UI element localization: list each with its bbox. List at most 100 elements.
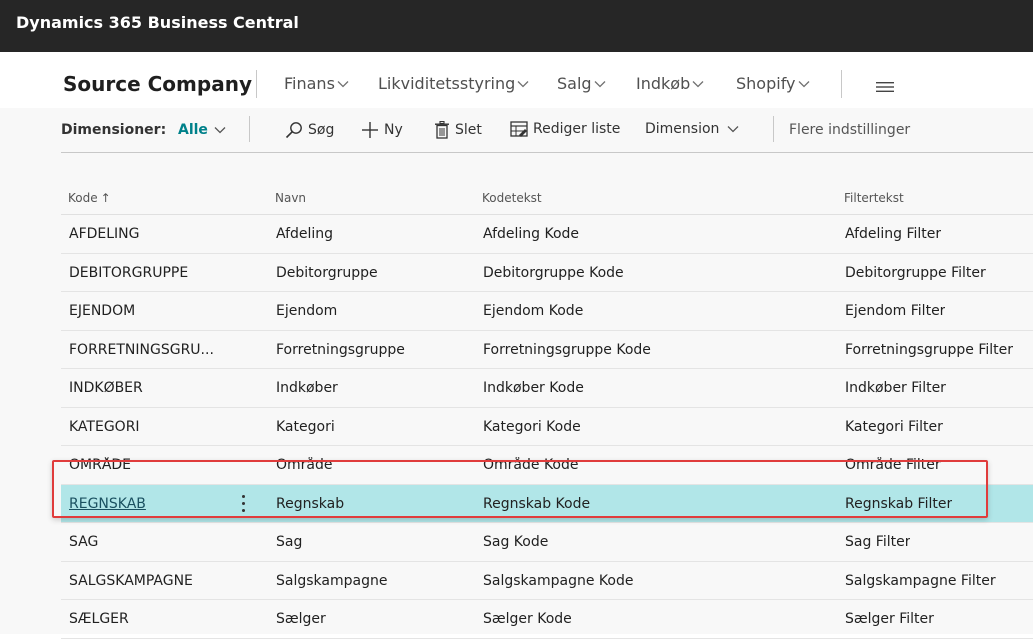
filter-label: Dimensioner: (61, 122, 167, 138)
chevron-down-icon (594, 80, 606, 87)
chevron-down-icon (692, 80, 704, 87)
cell-code[interactable]: EJENDOM (69, 303, 229, 319)
nav-menu-label: Finans (284, 74, 335, 93)
dimension-menu-button[interactable]: Dimension (645, 121, 744, 137)
cell-name: Debitorgruppe (276, 264, 378, 281)
nav-menu-salg[interactable]: Salg (557, 74, 606, 93)
cell-code-caption: Sag Kode (483, 534, 549, 550)
cell-code[interactable]: SALGSKAMPAGNE (69, 573, 229, 589)
edit-list-icon (510, 121, 528, 137)
dimensions-table: Kode ↑ Navn Kodetekst Filtertekst AFDELI… (61, 178, 1033, 639)
cell-name: Afdeling (276, 226, 334, 242)
plus-icon (362, 122, 378, 138)
column-header-label: Kode (68, 191, 98, 205)
column-header-label: Navn (275, 191, 307, 205)
cell-name: Sag (276, 534, 303, 550)
cell-code[interactable]: OMRÅDE (69, 457, 229, 473)
new-button[interactable]: Ny (361, 121, 403, 139)
cell-name: Forretningsgruppe (276, 341, 405, 358)
edit-list-button-label: Rediger liste (533, 121, 621, 137)
table-row[interactable]: INDKØBER Indkøber Indkøber Kode Indkøber… (61, 369, 1033, 408)
cell-code-caption: Sælger Kode (483, 611, 572, 627)
table-row[interactable]: SALGSKAMPAGNE Salgskampagne Salgskampagn… (61, 562, 1033, 600)
table-row[interactable]: SAG Sag Sag Kode Sag Filter (61, 523, 1033, 562)
cell-code[interactable]: SAG (69, 534, 229, 550)
filter-value: Alle (178, 122, 208, 138)
cell-filter-caption: Sælger Filter (845, 611, 934, 627)
column-header-navn[interactable]: Navn (275, 191, 306, 205)
table-row[interactable]: EJENDOM Ejendom Ejendom Kode Ejendom Fil… (61, 292, 1033, 331)
delete-button[interactable]: Slet (434, 121, 482, 139)
divider (773, 116, 774, 142)
row-actions-menu-icon[interactable] (237, 493, 249, 515)
cell-filter-caption: Forretningsgruppe Filter (845, 341, 1014, 358)
column-header-label: Filtertekst (844, 191, 904, 205)
cell-code[interactable]: DEBITORGRUPPE (69, 265, 229, 281)
cell-filter-caption: Afdeling Filter (845, 226, 942, 242)
nav-menu-label: Likviditetsstyring (378, 74, 516, 93)
nav-menu-label: Indkøb (636, 74, 691, 93)
search-button[interactable]: Søg (285, 121, 334, 139)
chevron-down-icon (214, 127, 226, 134)
cell-filter-caption: Kategori Filter (845, 418, 943, 435)
action-bar: Dimensioner: Alle Søg Ny Slet Rediger li… (61, 108, 1033, 153)
nav-menu-indkob[interactable]: Indkøb (636, 74, 704, 93)
sort-ascending-icon: ↑ (100, 191, 111, 205)
cell-code-caption: Afdeling Kode (483, 226, 580, 242)
cell-code[interactable]: SÆLGER (69, 611, 229, 627)
cell-code-caption: Indkøber Kode (483, 380, 584, 396)
list-page-content: Dimensioner: Alle Søg Ny Slet Rediger li… (0, 108, 1033, 639)
edit-list-button[interactable]: Rediger liste (510, 121, 620, 137)
table-row[interactable]: AFDELING Afdeling Afdeling Kode Afdeling… (61, 215, 1033, 254)
cell-name: Indkøber (276, 380, 338, 396)
cell-filter-caption: Regnskab Filter (845, 495, 953, 512)
hamburger-menu-icon[interactable] (876, 82, 894, 92)
table-row[interactable]: FORRETNINGSGRU... Forretningsgruppe Forr… (61, 331, 1033, 369)
table-row[interactable]: OMRÅDE Område Område Kode Område Filter (61, 446, 1033, 485)
filter-dropdown[interactable]: Alle (178, 122, 226, 138)
cell-filter-caption: Debitorgruppe Filter (845, 264, 986, 281)
cell-code-caption: Område Kode (483, 457, 579, 473)
table-row[interactable]: SÆLGER Sælger Sælger Kode Sælger Filter (61, 600, 1033, 639)
table-header: Kode ↑ Navn Kodetekst Filtertekst (61, 178, 1033, 215)
table-row[interactable]: DEBITORGRUPPE Debitorgruppe Debitorgrupp… (61, 254, 1033, 292)
column-header-kode[interactable]: Kode ↑ (68, 191, 111, 205)
cell-code-caption: Regnskab Kode (483, 495, 591, 512)
app-title[interactable]: Dynamics 365 Business Central (16, 13, 299, 32)
chevron-down-icon (727, 126, 739, 133)
nav-menu-shopify[interactable]: Shopify (736, 74, 810, 93)
dimension-button-label: Dimension (645, 121, 720, 137)
cell-code-caption: Kategori Kode (483, 418, 581, 435)
chevron-down-icon (798, 80, 809, 87)
cell-code-link[interactable]: REGNSKAB (69, 496, 229, 512)
cell-name: Ejendom (276, 303, 338, 319)
table-body: AFDELING Afdeling Afdeling Kode Afdeling… (61, 215, 1033, 639)
cell-code-caption: Debitorgruppe Kode (483, 264, 624, 281)
cell-filter-caption: Ejendom Filter (845, 303, 946, 319)
delete-button-label: Slet (455, 122, 482, 138)
nav-menu-finans[interactable]: Finans (284, 74, 349, 93)
cell-filter-caption: Salgskampagne Filter (845, 572, 996, 589)
cell-code-caption: Ejendom Kode (483, 303, 584, 319)
nav-menu-likviditetsstyring[interactable]: Likviditetsstyring (378, 74, 529, 93)
cell-filter-caption: Område Filter (845, 457, 941, 473)
table-row-selected[interactable]: REGNSKAB Regnskab Regnskab Kode Regnskab… (61, 484, 1033, 523)
cell-code[interactable]: KATEGORI (69, 419, 229, 435)
search-button-label: Søg (308, 122, 335, 138)
column-header-label: Kodetekst (482, 191, 542, 205)
more-options-button[interactable]: Flere indstillinger (789, 122, 910, 138)
chevron-down-icon (337, 80, 349, 87)
table-row[interactable]: KATEGORI Kategori Kategori Kode Kategori… (61, 408, 1033, 446)
cell-filter-caption: Sag Filter (845, 534, 911, 550)
cell-name: Kategori (276, 418, 335, 435)
trash-icon (435, 121, 449, 139)
company-name[interactable]: Source Company (63, 72, 252, 96)
cell-code[interactable]: FORRETNINGSGRU... (69, 342, 229, 358)
cell-code[interactable]: AFDELING (69, 226, 229, 242)
divider (256, 70, 257, 98)
new-button-label: Ny (384, 122, 403, 138)
column-header-kodetekst[interactable]: Kodetekst (482, 191, 542, 205)
column-header-filtertekst[interactable]: Filtertekst (844, 191, 904, 205)
cell-name: Salgskampagne (276, 572, 388, 589)
cell-code[interactable]: INDKØBER (69, 380, 229, 396)
